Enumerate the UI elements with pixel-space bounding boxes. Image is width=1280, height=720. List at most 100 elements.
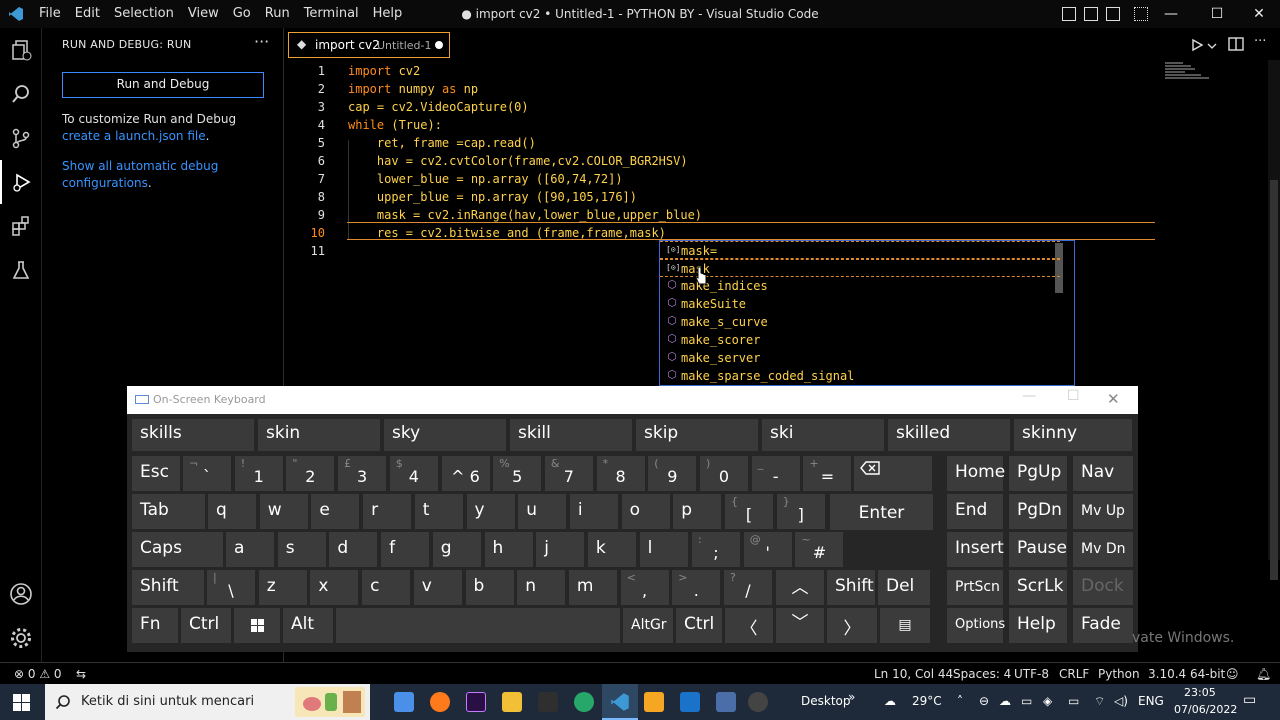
menu-help[interactable]: Help	[366, 0, 410, 28]
key-i[interactable]: i	[569, 494, 618, 529]
key-ctrl-right[interactable]: Ctrl	[676, 608, 722, 643]
key-fade[interactable]: Fade	[1073, 608, 1133, 643]
key-help[interactable]: Help	[1009, 608, 1067, 643]
key-fn[interactable]: Fn	[132, 608, 178, 643]
key-e[interactable]: e	[311, 494, 360, 529]
key-o[interactable]: o	[621, 494, 670, 529]
menu-selection[interactable]: Selection	[107, 0, 181, 28]
customize-layout-icon[interactable]	[1134, 7, 1148, 21]
toggle-sidebar-icon[interactable]	[1062, 7, 1076, 21]
key-y[interactable]: y	[466, 494, 515, 529]
key-p[interactable]: p	[673, 494, 722, 529]
key-q[interactable]: q	[208, 494, 256, 529]
key-r[interactable]: r	[363, 494, 412, 529]
key-s[interactable]: s	[277, 532, 326, 567]
input-language[interactable]: ENG	[1138, 694, 1164, 708]
show-debug-configurations-link[interactable]: Show all automatic debug configurations	[62, 159, 218, 190]
key-row4[interactable]: b	[465, 570, 514, 605]
autocomplete-widget[interactable]: [⊙] mask= [⊙] mask ⬡ make_indices ⬡ makeSuite ⬡ m…	[659, 240, 1075, 386]
key-space[interactable]	[336, 608, 620, 643]
key-g[interactable]: g	[432, 532, 481, 567]
key-dock[interactable]: Dock	[1073, 570, 1133, 605]
key-scrlk[interactable]: ScrLk	[1009, 570, 1067, 605]
key-d[interactable]: d	[329, 532, 378, 567]
language-mode[interactable]: Python	[1098, 667, 1140, 681]
run-debug-icon[interactable]	[0, 160, 42, 204]
notifications-bell-icon[interactable]: 🔔︎	[1256, 667, 1271, 681]
maximize-button[interactable]: ☐	[1194, 0, 1240, 28]
prediction-skip[interactable]: skip	[636, 419, 758, 451]
more-actions-editor-icon[interactable]: ···	[1254, 34, 1266, 49]
taskbar-search-box[interactable]: Ketik di sini untuk mencari	[45, 684, 370, 720]
key-prtscn[interactable]: PrtScn	[947, 570, 1003, 605]
photos-icon[interactable]	[680, 692, 700, 712]
tray-icon-4[interactable]: ◈	[1043, 694, 1052, 708]
key-number[interactable]: _ -	[751, 456, 800, 491]
key-k[interactable]: k	[587, 532, 636, 567]
menu-terminal[interactable]: Terminal	[297, 0, 366, 28]
key-shift-right[interactable]: Shift	[827, 570, 875, 605]
key-number[interactable]: + =	[803, 456, 852, 491]
battery-icon[interactable]: ▭	[1068, 694, 1079, 708]
problems-indicator[interactable]: ⊗ 0 ⚠ 0	[14, 667, 62, 681]
python-interpreter[interactable]: 3.10.4 64-bit	[1148, 667, 1225, 681]
key-number[interactable]: $4	[389, 456, 438, 491]
cloud-tray-icon[interactable]: ☁	[999, 694, 1011, 708]
start-windows-icon[interactable]	[13, 694, 30, 711]
osk-minimize-button[interactable]: —	[1022, 388, 1036, 404]
key-number[interactable]: £3	[338, 456, 387, 491]
clock-time[interactable]: 23:05	[1184, 686, 1216, 699]
key-nav[interactable]: Nav	[1073, 456, 1133, 491]
key-number[interactable]: & 7	[544, 456, 593, 491]
desktop-toolbar[interactable]: Desktop	[801, 694, 851, 708]
settings-gear-icon[interactable]	[0, 616, 42, 660]
key-home[interactable]: Home	[947, 456, 1005, 491]
osk-maximize-button[interactable]: ☐	[1067, 388, 1080, 404]
remote-desktop-icon[interactable]	[716, 692, 736, 712]
editor-scrollbar[interactable]	[1268, 60, 1280, 580]
suggestion-item[interactable]: [⊙] mask=	[660, 241, 1060, 259]
key-pgup[interactable]: PgUp	[1009, 456, 1067, 491]
key-menu[interactable]: ▤	[880, 608, 930, 643]
key-arrow-down[interactable]: ﹀	[776, 608, 824, 643]
key-arrow-left[interactable]: 〈	[725, 608, 773, 643]
key-bracket[interactable]: }]	[776, 494, 825, 529]
cursor-position[interactable]: Ln 10, Col 44	[874, 667, 953, 681]
key-esc[interactable]: Esc	[132, 456, 180, 491]
suggestion-item[interactable]: ⬡ make_sparse_coded_signal	[660, 367, 1060, 385]
app-icon[interactable]	[538, 692, 558, 712]
prediction-sky[interactable]: sky	[384, 419, 506, 451]
run-and-debug-button[interactable]: Run and Debug	[62, 72, 264, 98]
key-pgdn[interactable]: PgDn	[1009, 494, 1067, 529]
search-icon[interactable]	[0, 72, 42, 116]
key-number[interactable]: % 5	[493, 456, 542, 491]
key-number[interactable]: ! 1	[234, 456, 283, 491]
key-6[interactable]: ^ 6	[441, 456, 490, 491]
key-row4[interactable]: | \	[207, 570, 255, 605]
key-altgr[interactable]: AltGr	[623, 608, 673, 643]
menu-file[interactable]: File	[32, 0, 68, 28]
clock-date[interactable]: 07/06/2022	[1174, 703, 1237, 716]
key-number[interactable]: ) 0	[700, 456, 748, 491]
run-dropdown-chevron-icon[interactable]	[1207, 42, 1217, 50]
toolbar-chevron-icon[interactable]: »	[848, 690, 855, 704]
key-arrow-up[interactable]: ︿	[776, 570, 824, 605]
tray-icon-3[interactable]: ▭	[1021, 694, 1032, 708]
scrollbar-thumb[interactable]	[1270, 180, 1278, 580]
more-actions-icon[interactable]: ···	[254, 32, 269, 51]
prediction-skilled[interactable]: skilled	[888, 419, 1010, 451]
key-w[interactable]: w	[259, 494, 308, 529]
toggle-panel-icon[interactable]	[1084, 7, 1098, 21]
key-punct[interactable]: @ '	[743, 532, 792, 567]
volume-icon[interactable]: ◁)	[1114, 694, 1128, 708]
weather-icon[interactable]: ☁	[884, 694, 896, 708]
menu-go[interactable]: Go	[226, 0, 258, 28]
app-icon-2[interactable]	[644, 692, 664, 712]
key-row4[interactable]: c	[362, 570, 411, 605]
toggle-secondary-sidebar-icon[interactable]	[1106, 7, 1120, 21]
close-button[interactable]: ✕	[1236, 0, 1280, 28]
key-row4[interactable]: v	[413, 570, 462, 605]
wifi-icon[interactable]: ⌔	[1094, 694, 1105, 709]
vscode-taskbar-button[interactable]	[602, 684, 638, 720]
tab-import-cv2[interactable]: ◆ import cv2 Untitled-1	[288, 32, 450, 58]
